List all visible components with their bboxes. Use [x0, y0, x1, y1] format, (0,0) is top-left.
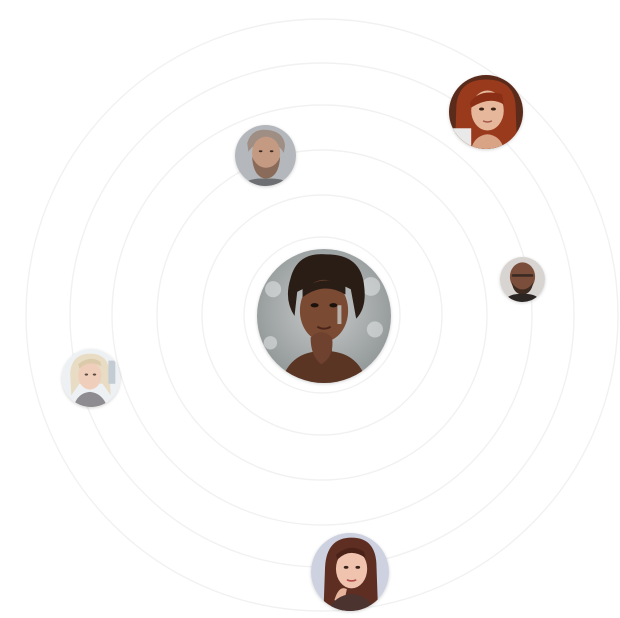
avatar-top-right[interactable]: [449, 75, 523, 149]
avatar-upper-left[interactable]: [235, 125, 296, 186]
orbit-stage: [0, 0, 620, 618]
woman-red-hair-portrait-icon: [449, 75, 523, 149]
avatar-right[interactable]: [500, 257, 545, 302]
avatar-center[interactable]: [257, 249, 391, 383]
woman-portrait-center-icon: [257, 249, 391, 383]
bald-man-portrait-icon: [500, 257, 545, 302]
avatar-left[interactable]: [62, 349, 120, 407]
avatar-bottom[interactable]: [311, 533, 389, 611]
bearded-man-portrait-icon: [235, 125, 296, 186]
blonde-woman-portrait-icon: [62, 349, 120, 407]
brunette-woman-portrait-icon: [311, 533, 389, 611]
